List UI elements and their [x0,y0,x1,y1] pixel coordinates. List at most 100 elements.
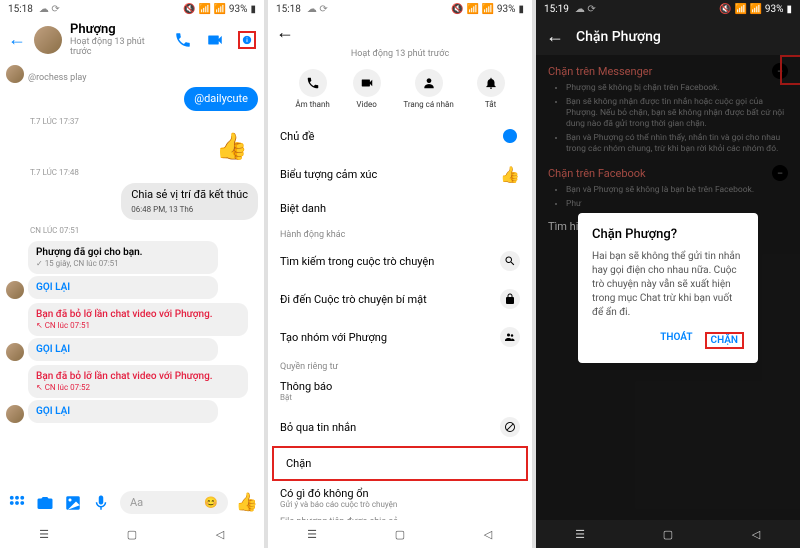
back-icon[interactable]: ← [8,29,26,50]
status-icons-left: ☁ ⟳ [33,4,183,15]
composer: Aa 😊 👍 [0,485,264,520]
profile-section: Hoạt động 13 phút trước [268,47,532,63]
setting-theme[interactable]: Chủ đề [268,117,532,155]
recents-button[interactable]: ☰ [570,527,590,541]
lock-icon [500,289,520,309]
setting-emoji[interactable]: Biểu tượng cảm xúc 👍 [268,155,532,193]
group-icon [500,327,520,347]
video-icon [353,69,381,97]
recents-button[interactable]: ☰ [302,527,322,541]
block-button[interactable]: CHẶN [705,332,744,349]
home-button[interactable]: ▢ [122,527,142,541]
section-header: Hành động khác [268,224,532,242]
back-icon[interactable]: ← [546,26,564,47]
status-right: 🔇📶 📶 93%▮ [183,4,256,15]
message-input[interactable]: Aa 😊 [120,491,228,514]
setting-secret[interactable]: Đi đến Cuộc trò chuyện bí mật [268,280,532,318]
call-row: Phượng đã gọi cho bạn. ✓ 15 giây, CN lúc… [6,241,258,299]
mute-button[interactable]: Tắt [477,69,505,109]
location-ended[interactable]: Chia sẻ vị trí đã kết thúc 06:48 PM, 13 … [121,183,258,220]
phone-chat: 15:18 ☁ ⟳ 🔇📶 📶 93%▮ ← Phượng Hoạt động 1… [0,0,264,548]
thumb-reaction[interactable]: 👍 [6,132,258,162]
modal-overlay[interactable]: Chặn Phượng? Hai bạn sẽ không thể gửi ti… [536,55,800,520]
phone-settings: 15:18 ☁ ⟳ 🔇📶 📶93%▮ ← Hoạt động 13 phút t… [268,0,532,548]
chat-body[interactable]: @rochess play @dailycute T.7 LÚC 17:37 👍… [0,61,264,485]
header-actions [174,31,256,49]
video-call-button[interactable]: Video [353,69,381,109]
back-button[interactable]: ◁ [746,527,766,541]
timestamp: T.7 LÚC 17:37 [6,117,258,126]
activity-status: Hoạt động 13 phút trước [70,37,166,57]
call-icon[interactable] [174,31,192,49]
msg-row-sent: Chia sẻ vị trí đã kết thúc 06:48 PM, 13 … [6,183,258,220]
section-header: Quyền riêng tư [268,356,532,374]
message-fragment: @rochess play [28,73,86,83]
setting-group[interactable]: Tạo nhóm với Phượng [268,318,532,356]
header-title[interactable]: Phượng Hoạt động 13 phút trước [70,22,166,57]
back-button[interactable]: ◁ [210,527,230,541]
sent-message[interactable]: @dailycute [184,87,258,111]
timestamp: CN LÚC 07:51 [6,226,258,235]
mic-icon[interactable] [92,494,110,512]
setting-report[interactable]: Có gì đó không ổn Gửi ý và báo cáo cuộc … [268,481,532,511]
msg-row: @rochess play [6,65,258,83]
status-bar: 15:19 ☁ ⟳ 🔇📶 📶93%▮ [536,0,800,18]
missed-row: Bạn đã bỏ lỡ lần chat video với Phượng. … [6,365,258,423]
theme-color-icon [500,126,520,146]
avatar [6,405,24,423]
home-button[interactable]: ▢ [658,527,678,541]
thumb-icon[interactable]: 👍 [238,494,256,512]
avatar [6,281,24,299]
page-title: Chặn Phượng [576,29,661,45]
back-icon[interactable]: ← [276,22,294,43]
phone-icon [299,69,327,97]
cancel-button[interactable]: THOÁT [660,332,692,349]
call-back-button[interactable]: GỌI LẠI [28,276,218,299]
emoji-icon[interactable]: 😊 [204,496,218,509]
status-bar: 15:18 ☁ ⟳ 🔇📶 📶 93%▮ [0,0,264,18]
profile-button[interactable]: Trang cá nhân [403,69,453,109]
gallery-icon[interactable] [64,494,82,512]
chat-header: ← Phượng Hoạt động 13 phút trước [0,18,264,61]
audio-call-button[interactable]: Âm thanh [295,69,329,109]
section-header: File phương tiện được chia sẻ [268,511,532,520]
video-icon[interactable] [206,31,224,49]
dialog-body: Hai bạn sẽ không thể gửi tin nhắn hay gọ… [592,250,744,320]
avatar [6,65,24,83]
call-back-button[interactable]: GỌI LẠI [28,338,218,361]
status-time: 15:18 [8,4,33,15]
avatar [6,343,24,361]
settings-list[interactable]: Chủ đề Biểu tượng cảm xúc 👍 Biệt danh Hà… [268,117,532,520]
activity-status: Hoạt động 13 phút trước [268,49,532,59]
search-icon [500,251,520,271]
call-card: Phượng đã gọi cho bạn. ✓ 15 giây, CN lúc… [28,241,218,274]
avatar[interactable] [34,26,62,54]
missed-row: Bạn đã bỏ lỡ lần chat video với Phượng. … [6,303,258,361]
setting-ignore[interactable]: Bỏ qua tin nhắn [268,408,532,446]
bell-icon [477,69,505,97]
recents-button[interactable]: ☰ [34,527,54,541]
confirm-dialog: Chặn Phượng? Hai bạn sẽ không thể gửi ti… [578,213,758,363]
camera-icon[interactable] [36,494,54,512]
block-body: Chặn trên Messenger − Phượng sẽ không bị… [536,55,800,520]
contact-name: Phượng [70,22,166,37]
highlight-block: Chặn [272,446,528,481]
setting-search[interactable]: Tìm kiếm trong cuộc trò chuyện [268,242,532,280]
dialog-title: Chặn Phượng? [592,227,744,242]
call-text: Phượng đã gọi cho bạn. [36,247,210,258]
profile-icon [415,69,443,97]
home-button[interactable]: ▢ [390,527,410,541]
setting-nickname[interactable]: Biệt danh [268,193,532,224]
info-icon[interactable] [238,31,256,49]
msg-row-sent: @dailycute [6,87,258,111]
missed-call-card: Bạn đã bỏ lỡ lần chat video với Phượng. … [28,365,248,398]
apps-icon[interactable] [8,494,26,512]
android-navbar: ☰ ▢ ◁ [536,520,800,548]
setting-notifications[interactable]: Thông báo Bật [268,374,532,408]
missed-call-card: Bạn đã bỏ lỡ lần chat video với Phượng. … [28,303,248,336]
thumb-icon: 👍 [500,164,520,184]
back-button[interactable]: ◁ [478,527,498,541]
call-back-button[interactable]: GỌI LẠI [28,400,218,423]
setting-block[interactable]: Chặn [274,448,526,479]
status-bar: 15:18 ☁ ⟳ 🔇📶 📶93%▮ [268,0,532,18]
